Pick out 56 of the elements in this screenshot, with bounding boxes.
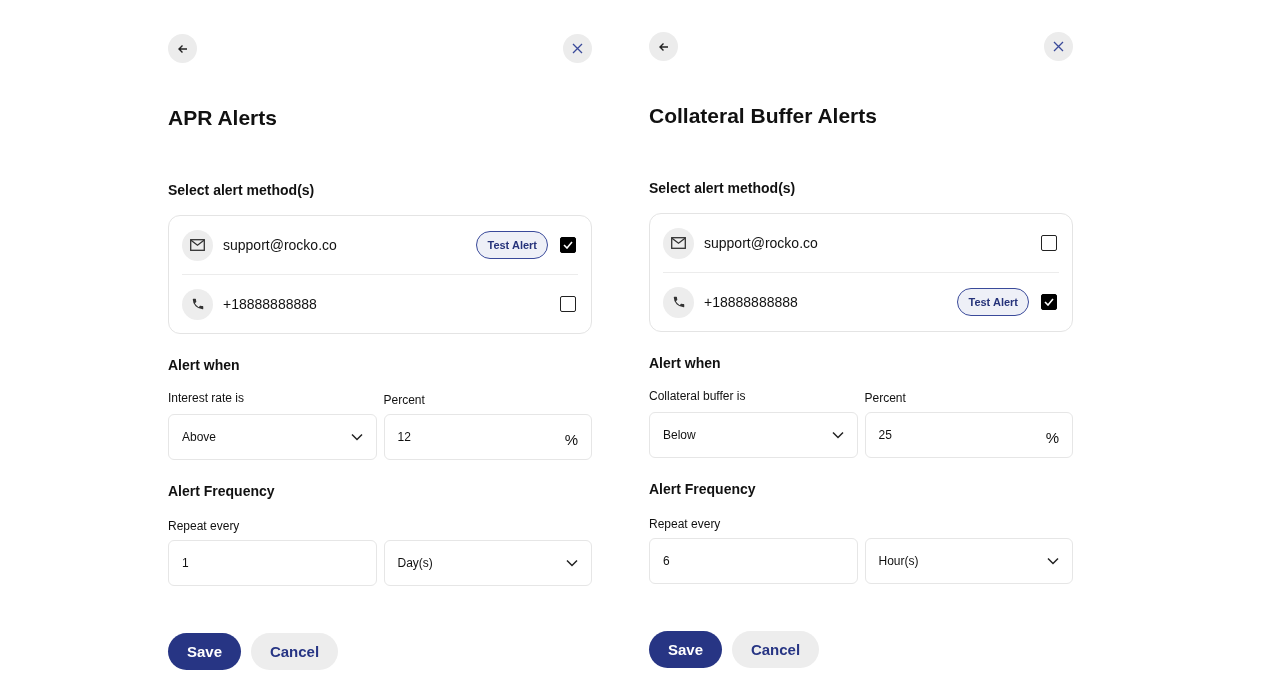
chevron-down-icon xyxy=(566,559,578,567)
percent-suffix: % xyxy=(564,430,578,448)
condition-dropdown[interactable]: Above xyxy=(168,414,377,460)
field-label: Repeat every xyxy=(649,516,722,532)
phone-icon xyxy=(182,288,213,320)
panel-title: Collateral Buffer Alerts xyxy=(649,103,878,129)
section-heading: Select alert method(s) xyxy=(168,181,316,199)
section-heading: Select alert method(s) xyxy=(649,179,797,197)
unit-dropdown[interactable]: Day(s) xyxy=(383,540,592,586)
field-label: Interest rate is xyxy=(168,390,246,406)
percent-suffix: % xyxy=(1045,428,1059,446)
envelope-icon xyxy=(663,227,694,259)
field-label: Repeat every xyxy=(168,518,241,534)
close-button[interactable] xyxy=(1044,32,1073,61)
test-alert-button[interactable]: Test Alert xyxy=(957,288,1029,316)
panel-title: APR Alerts xyxy=(168,105,278,131)
method-label: +18888888888 xyxy=(223,296,318,312)
percent-input[interactable]: 25 % xyxy=(864,412,1073,458)
checkmark-icon xyxy=(1044,298,1054,306)
back-button[interactable] xyxy=(168,34,197,63)
chevron-down-icon xyxy=(831,431,844,439)
section-heading: Alert when xyxy=(168,356,241,374)
field-label: Collateral buffer is xyxy=(649,388,747,404)
percent-input[interactable]: 12 % xyxy=(383,414,592,460)
method-label: support@rocko.co xyxy=(704,235,819,251)
arrow-left-icon xyxy=(176,42,189,55)
checkbox[interactable] xyxy=(560,296,576,312)
test-alert-button[interactable]: Test Alert xyxy=(476,231,548,259)
close-button[interactable] xyxy=(563,34,592,63)
method-label: +18888888888 xyxy=(704,294,799,310)
back-button[interactable] xyxy=(649,32,678,61)
checkbox[interactable] xyxy=(560,237,576,253)
unit-dropdown[interactable]: Hour(s) xyxy=(864,538,1073,584)
checkbox[interactable] xyxy=(1041,294,1057,310)
cancel-button[interactable]: Cancel xyxy=(732,631,819,668)
section-heading: Alert Frequency xyxy=(168,482,276,500)
repeat-input[interactable]: 6 xyxy=(649,538,858,584)
close-icon xyxy=(572,43,583,54)
condition-dropdown[interactable]: Below xyxy=(649,412,858,458)
phone-icon xyxy=(663,286,694,318)
envelope-icon xyxy=(182,229,213,261)
chevron-down-icon xyxy=(1047,557,1059,565)
field-label: Percent xyxy=(383,392,426,408)
save-button[interactable]: Save xyxy=(168,633,241,670)
arrow-left-icon xyxy=(657,40,670,53)
checkmark-icon xyxy=(563,241,573,249)
cancel-button[interactable]: Cancel xyxy=(251,633,338,670)
close-icon xyxy=(1053,41,1064,52)
repeat-input[interactable]: 1 xyxy=(168,540,377,586)
checkbox[interactable] xyxy=(1041,235,1057,251)
method-label: support@rocko.co xyxy=(223,237,338,253)
chevron-down-icon xyxy=(350,433,363,441)
save-button[interactable]: Save xyxy=(649,631,722,668)
field-label: Percent xyxy=(864,390,907,406)
section-heading: Alert Frequency xyxy=(649,480,757,498)
section-heading: Alert when xyxy=(649,354,722,372)
